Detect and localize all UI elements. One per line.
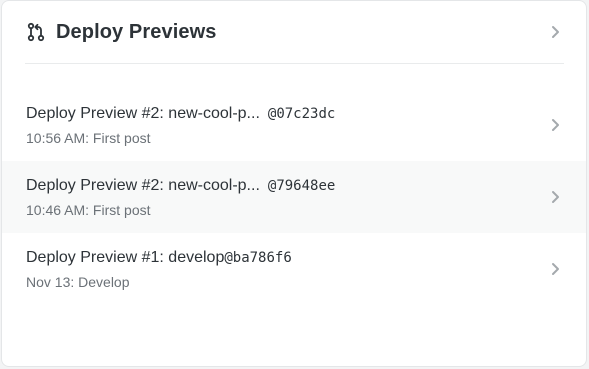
card-title: Deploy Previews (56, 20, 217, 43)
deploy-name: Deploy Preview #1 (26, 249, 160, 266)
chevron-right-icon (550, 118, 560, 132)
deploy-subtitle: 10:46 AM: First post (26, 202, 151, 218)
deploy-commit: @79648ee (267, 178, 336, 194)
chevron-right-icon (550, 262, 560, 276)
deploy-title: Deploy Preview #1: develop@ba786f6 (26, 249, 292, 266)
deploy-branch: develop (168, 249, 225, 266)
chevron-right-icon (550, 190, 560, 204)
git-pull-request-icon (25, 21, 47, 43)
deploy-previews-header[interactable]: Deploy Previews (25, 1, 564, 64)
deploy-commit: @ba786f6 (224, 250, 292, 266)
deploy-title: Deploy Preview #2: new-cool-p... @79648ee (26, 177, 336, 194)
deploy-title: Deploy Preview #2: new-cool-p... @07c23dc (26, 105, 336, 122)
deploy-row[interactable]: Deploy Preview #2: new-cool-p... @07c23dc… (2, 89, 586, 161)
deploy-name: Deploy Preview #2 (26, 105, 160, 122)
deploy-subtitle: Nov 13: Develop (26, 274, 130, 290)
chevron-right-icon[interactable] (550, 25, 560, 39)
deploy-commit: @07c23dc (267, 106, 336, 122)
deploy-branch: new-cool-p... (168, 105, 260, 122)
deploy-list: Deploy Preview #2: new-cool-p... @07c23dc… (2, 89, 586, 305)
deploy-row[interactable]: Deploy Preview #2: new-cool-p... @79648ee… (2, 161, 586, 233)
deploy-previews-card: Deploy Previews Deploy Preview #2: new-c… (1, 0, 587, 367)
deploy-name: Deploy Preview #2 (26, 177, 160, 194)
deploy-branch: new-cool-p... (168, 177, 260, 194)
deploy-subtitle: 10:56 AM: First post (26, 130, 151, 146)
deploy-row[interactable]: Deploy Preview #1: develop@ba786f6 Nov 1… (2, 233, 586, 305)
